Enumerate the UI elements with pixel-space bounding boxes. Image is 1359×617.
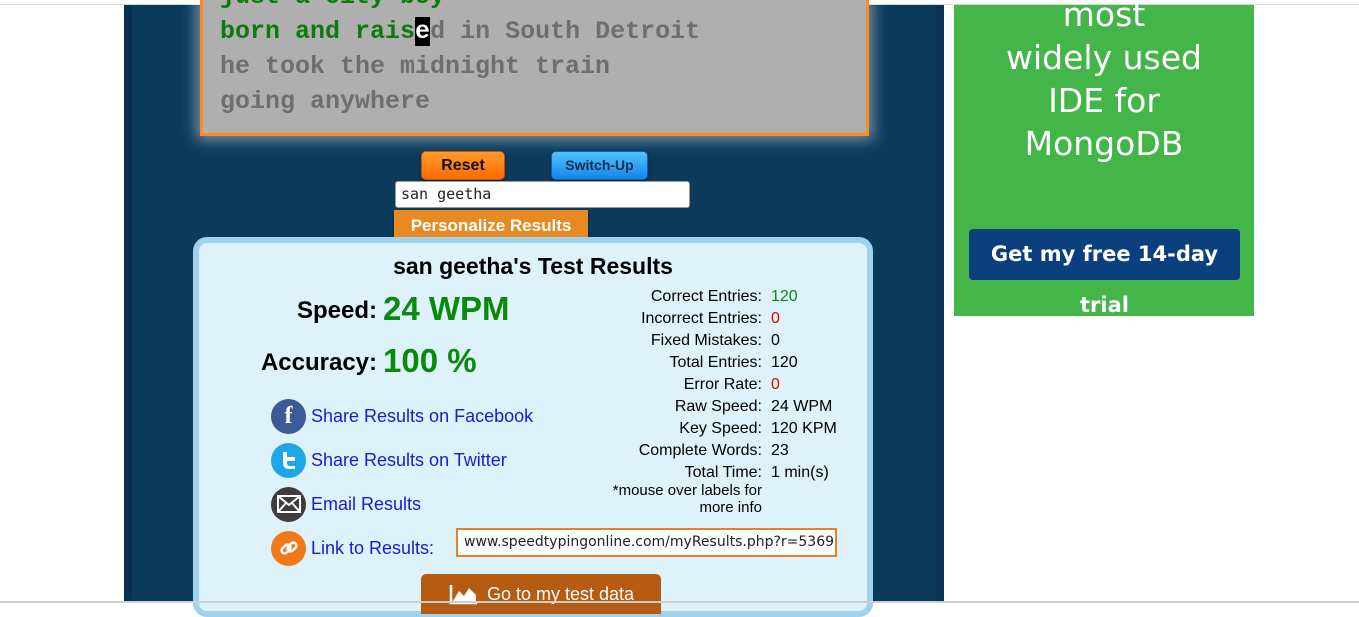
stat-label[interactable]: Correct Entries: xyxy=(651,288,762,306)
stat-label[interactable]: Fixed Mistakes: xyxy=(651,332,762,350)
go-to-test-data-button[interactable]: Go to my test data xyxy=(421,574,661,614)
stat-complete-words: Complete Words: 23 xyxy=(584,442,864,464)
stat-value: 23 xyxy=(771,442,789,459)
email-results-link[interactable]: Email Results xyxy=(271,486,421,522)
switch-up-button[interactable]: Switch-Up xyxy=(551,151,648,180)
text-line-3: he took the midnight train xyxy=(220,52,611,81)
typed-text: born and rais xyxy=(220,17,416,46)
stat-value: 0 xyxy=(771,332,780,349)
accuracy-value: 100 % xyxy=(383,342,477,379)
stat-value: 120 xyxy=(771,288,798,305)
typing-text-area[interactable]: just a city boy born and raised in South… xyxy=(200,0,869,136)
ad-headline: most widely used IDE for MongoDB xyxy=(954,0,1254,165)
stat-value: 0 xyxy=(771,376,780,393)
stat-total-entries: Total Entries: 120 xyxy=(584,354,864,376)
share-twitter-link[interactable]: Share Results on Twitter xyxy=(271,442,507,478)
email-results-label: Email Results xyxy=(311,493,422,514)
stat-value: 1 min(s) xyxy=(771,464,829,481)
stat-value: 120 KPM xyxy=(771,420,837,437)
stat-label[interactable]: Key Speed: xyxy=(679,420,762,438)
stat-incorrect-entries: Incorrect Entries: 0 xyxy=(584,310,864,332)
results-title: san geetha's Test Results xyxy=(393,253,673,279)
twitter-icon xyxy=(271,442,306,478)
facebook-icon: f xyxy=(271,398,306,434)
stat-label[interactable]: Complete Words: xyxy=(639,442,762,460)
stat-label[interactable]: Total Time: xyxy=(685,464,762,482)
panel-edge-right xyxy=(936,5,944,603)
ad-headline-line: most xyxy=(1062,0,1146,34)
share-facebook-link[interactable]: f Share Results on Facebook xyxy=(271,398,533,434)
name-input[interactable]: san geetha xyxy=(395,181,690,208)
link-to-results-label: Link to Results: xyxy=(311,537,435,558)
text-line-2: born and raised in South Detroit xyxy=(220,17,700,46)
stat-correct-entries: Correct Entries: 120 xyxy=(584,288,864,310)
stat-raw-speed: Raw Speed: 24 WPM xyxy=(584,398,864,420)
speed-value: 24 WPM xyxy=(383,290,510,327)
hint-line-2: more info xyxy=(699,499,762,516)
stat-label[interactable]: Error Rate: xyxy=(684,376,762,394)
envelope-icon xyxy=(271,486,306,522)
results-link-field[interactable]: www.speedtypingonline.com/myResults.php?… xyxy=(456,528,837,557)
ad-headline-line: IDE for xyxy=(1048,81,1160,120)
share-facebook-label: Share Results on Facebook xyxy=(311,405,534,426)
ad-headline-line: widely used xyxy=(1006,38,1202,77)
ad-banner[interactable]: most widely used IDE for MongoDB Get my … xyxy=(954,0,1254,317)
untyped-text: d in South Detroit xyxy=(430,17,701,46)
stat-value: 120 xyxy=(771,354,798,371)
chain-link-icon xyxy=(271,530,306,566)
results-panel: san geetha's Test Results Speed: 24 WPM … xyxy=(193,237,873,617)
ad-cta-button[interactable]: Get my free 14-day trial xyxy=(969,229,1240,317)
stat-value: 0 xyxy=(771,310,780,327)
stat-label[interactable]: Raw Speed: xyxy=(675,398,762,416)
link-to-results-label-row: Link to Results: xyxy=(271,530,434,566)
speed-label[interactable]: Speed: xyxy=(207,297,377,325)
stat-key-speed: Key Speed: 120 KPM xyxy=(584,420,864,442)
typing-cursor: e xyxy=(415,17,431,46)
share-twitter-label: Share Results on Twitter xyxy=(311,449,507,470)
stat-error-rate: Error Rate: 0 xyxy=(584,376,864,398)
accuracy-label[interactable]: Accuracy: xyxy=(207,349,377,377)
ad-headline-line: MongoDB xyxy=(1024,124,1184,163)
stat-label[interactable]: Incorrect Entries: xyxy=(641,310,762,328)
text-line-1: just a city boy xyxy=(220,0,445,11)
stat-value: 24 WPM xyxy=(771,398,833,415)
panel-edge-left xyxy=(124,5,132,603)
text-line-4: going anywhere xyxy=(220,87,431,116)
stat-fixed-mistakes: Fixed Mistakes: 0 xyxy=(584,332,864,354)
mouse-over-hint: *mouse over labels for more info xyxy=(584,482,762,516)
typed-text: just a city boy xyxy=(220,0,445,11)
hint-line-1: *mouse over labels for xyxy=(612,482,762,499)
stat-label[interactable]: Total Entries: xyxy=(670,354,762,372)
reset-button[interactable]: Reset xyxy=(421,151,505,180)
